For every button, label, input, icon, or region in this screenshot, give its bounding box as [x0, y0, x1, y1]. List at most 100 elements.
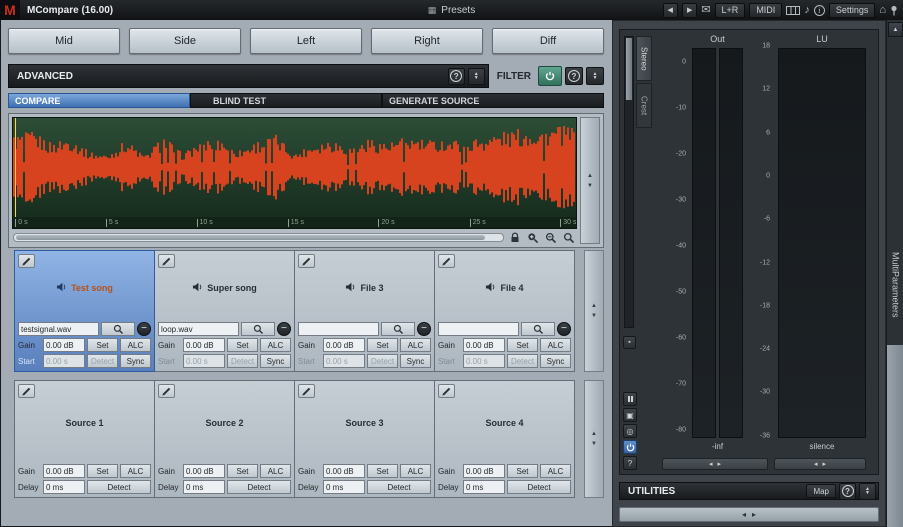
file-slot-3[interactable]: File 3 − Gain 0.00 dB Set ALC Start 0.00…: [294, 250, 435, 372]
filter-help-button[interactable]: ?: [565, 67, 583, 85]
edit-name-button[interactable]: [158, 384, 175, 398]
waveform-display[interactable]: 0 s5 s10 s15 s20 s25 s30 s: [12, 117, 577, 229]
sync-button[interactable]: Sync: [400, 354, 431, 368]
alc-button[interactable]: ALC: [400, 338, 431, 352]
alc-button[interactable]: ALC: [260, 464, 291, 478]
expand-panel-button[interactable]: ▲: [888, 22, 903, 37]
edit-name-button[interactable]: [438, 254, 455, 268]
edit-name-button[interactable]: [18, 254, 35, 268]
panel-scrollbar[interactable]: ◂ ▸: [619, 507, 879, 522]
previous-preset-button[interactable]: ◀: [663, 3, 678, 18]
playback-cursor[interactable]: [15, 118, 16, 217]
mode-diff-button[interactable]: Diff: [492, 28, 604, 54]
alc-button[interactable]: ALC: [540, 338, 571, 352]
file-row-scroller[interactable]: ▲ ▼: [584, 250, 604, 372]
file-slot-1[interactable]: Test song testsignal.wav − Gain 0.00 dB …: [14, 250, 155, 372]
advanced-section-header[interactable]: ADVANCED ? ▲▼: [8, 64, 489, 88]
gain-set-button[interactable]: Set: [227, 464, 258, 478]
gain-set-button[interactable]: Set: [507, 338, 538, 352]
mode-mid-button[interactable]: Mid: [8, 28, 120, 54]
start-value[interactable]: 0.00 s: [323, 354, 365, 368]
meter-power-button[interactable]: [623, 440, 637, 454]
gain-value[interactable]: 0.00 dB: [43, 338, 85, 352]
file-slot-4[interactable]: File 4 − Gain 0.00 dB Set ALC Start 0.00…: [434, 250, 575, 372]
start-detect-button[interactable]: Detect: [227, 354, 258, 368]
file-name-field[interactable]: loop.wav: [158, 322, 239, 336]
sync-button[interactable]: Sync: [260, 354, 291, 368]
source-slot-2[interactable]: Source 2 Gain 0.00 dB Set ALC Delay 0 ms…: [154, 380, 295, 498]
file-slot-2[interactable]: Super song loop.wav − Gain 0.00 dB Set A…: [154, 250, 295, 372]
source-slot-4[interactable]: Source 4 Gain 0.00 dB Set ALC Delay 0 ms…: [434, 380, 575, 498]
mode-side-button[interactable]: Side: [129, 28, 241, 54]
tab-blind-test[interactable]: BLIND TEST: [190, 93, 382, 108]
gain-set-button[interactable]: Set: [367, 338, 398, 352]
utilities-collapse-button[interactable]: ▲▼: [859, 483, 876, 500]
file-name-field[interactable]: [298, 322, 379, 336]
gain-set-button[interactable]: Set: [227, 338, 258, 352]
delay-detect-button[interactable]: Detect: [87, 480, 151, 494]
zoom-in-button[interactable]: [526, 231, 540, 244]
meter-zoom-slider[interactable]: [624, 36, 634, 328]
gain-set-button[interactable]: Set: [367, 464, 398, 478]
start-detect-button[interactable]: Detect: [367, 354, 398, 368]
start-value[interactable]: 0.00 s: [463, 354, 505, 368]
meter-target-button[interactable]: ◎: [623, 424, 637, 438]
remove-file-button[interactable]: −: [557, 322, 571, 336]
alc-button[interactable]: ALC: [120, 338, 151, 352]
start-detect-button[interactable]: Detect: [87, 354, 118, 368]
source-slot-1[interactable]: Source 1 Gain 0.00 dB Set ALC Delay 0 ms…: [14, 380, 155, 498]
delay-value[interactable]: 0 ms: [323, 480, 365, 494]
presets-button[interactable]: ▦ Presets: [418, 0, 485, 20]
tab-crest[interactable]: Crest: [636, 83, 652, 128]
tab-generate-source[interactable]: GENERATE SOURCE: [382, 93, 604, 108]
sync-button[interactable]: Sync: [120, 354, 151, 368]
browse-file-button[interactable]: [381, 322, 415, 336]
gain-value[interactable]: 0.00 dB: [463, 464, 505, 478]
settings-button[interactable]: Settings: [829, 3, 876, 18]
delay-value[interactable]: 0 ms: [43, 480, 85, 494]
alc-button[interactable]: ALC: [260, 338, 291, 352]
delay-value[interactable]: 0 ms: [463, 480, 505, 494]
mode-left-button[interactable]: Left: [250, 28, 362, 54]
filter-collapse-button[interactable]: ▲▼: [586, 67, 604, 85]
edit-name-button[interactable]: [438, 384, 455, 398]
multiparameters-scroll-thumb[interactable]: [887, 345, 903, 527]
zoom-out-button[interactable]: [544, 231, 558, 244]
gain-set-button[interactable]: Set: [87, 338, 118, 352]
delay-detect-button[interactable]: Detect: [227, 480, 291, 494]
alc-button[interactable]: ALC: [540, 464, 571, 478]
waveform-vertical-zoom[interactable]: ▲ ▼: [580, 117, 600, 244]
midi-button[interactable]: MIDI: [749, 3, 782, 18]
sync-button[interactable]: Sync: [540, 354, 571, 368]
start-value[interactable]: 0.00 s: [183, 354, 225, 368]
browse-file-button[interactable]: [101, 322, 135, 336]
source-slot-3[interactable]: Source 3 Gain 0.00 dB Set ALC Delay 0 ms…: [294, 380, 435, 498]
note-icon[interactable]: ♪: [804, 5, 810, 16]
keyboard-icon[interactable]: [786, 6, 800, 15]
advanced-collapse-button[interactable]: ▲▼: [468, 68, 485, 85]
remove-file-button[interactable]: −: [417, 322, 431, 336]
tab-stereo[interactable]: Stereo: [636, 36, 652, 81]
source-row-scroller[interactable]: ▲ ▼: [584, 380, 604, 498]
delay-detect-button[interactable]: Detect: [367, 480, 431, 494]
mode-right-button[interactable]: Right: [371, 28, 483, 54]
alc-button[interactable]: ALC: [120, 464, 151, 478]
info-icon[interactable]: i: [814, 5, 825, 16]
waveform-scrollbar-thumb[interactable]: [16, 235, 485, 240]
start-detect-button[interactable]: Detect: [507, 354, 538, 368]
file-name-field[interactable]: testsignal.wav: [18, 322, 99, 336]
meter-help-button[interactable]: ?: [623, 456, 637, 470]
file-name-field[interactable]: [438, 322, 519, 336]
gain-value[interactable]: 0.00 dB: [463, 338, 505, 352]
filter-power-button[interactable]: [538, 66, 562, 86]
start-value[interactable]: 0.00 s: [43, 354, 85, 368]
next-preset-button[interactable]: ▶: [682, 3, 697, 18]
meter-zoom-thumb[interactable]: [626, 38, 632, 100]
gain-value[interactable]: 0.00 dB: [323, 338, 365, 352]
home-icon[interactable]: ⌂: [879, 5, 886, 16]
gain-value[interactable]: 0.00 dB: [43, 464, 85, 478]
waveform-scrollbar[interactable]: [13, 233, 504, 242]
multiparameters-strip[interactable]: ▲ MultiParameters: [886, 20, 903, 527]
zoom-fit-button[interactable]: [562, 231, 576, 244]
lock-button[interactable]: [508, 231, 522, 244]
